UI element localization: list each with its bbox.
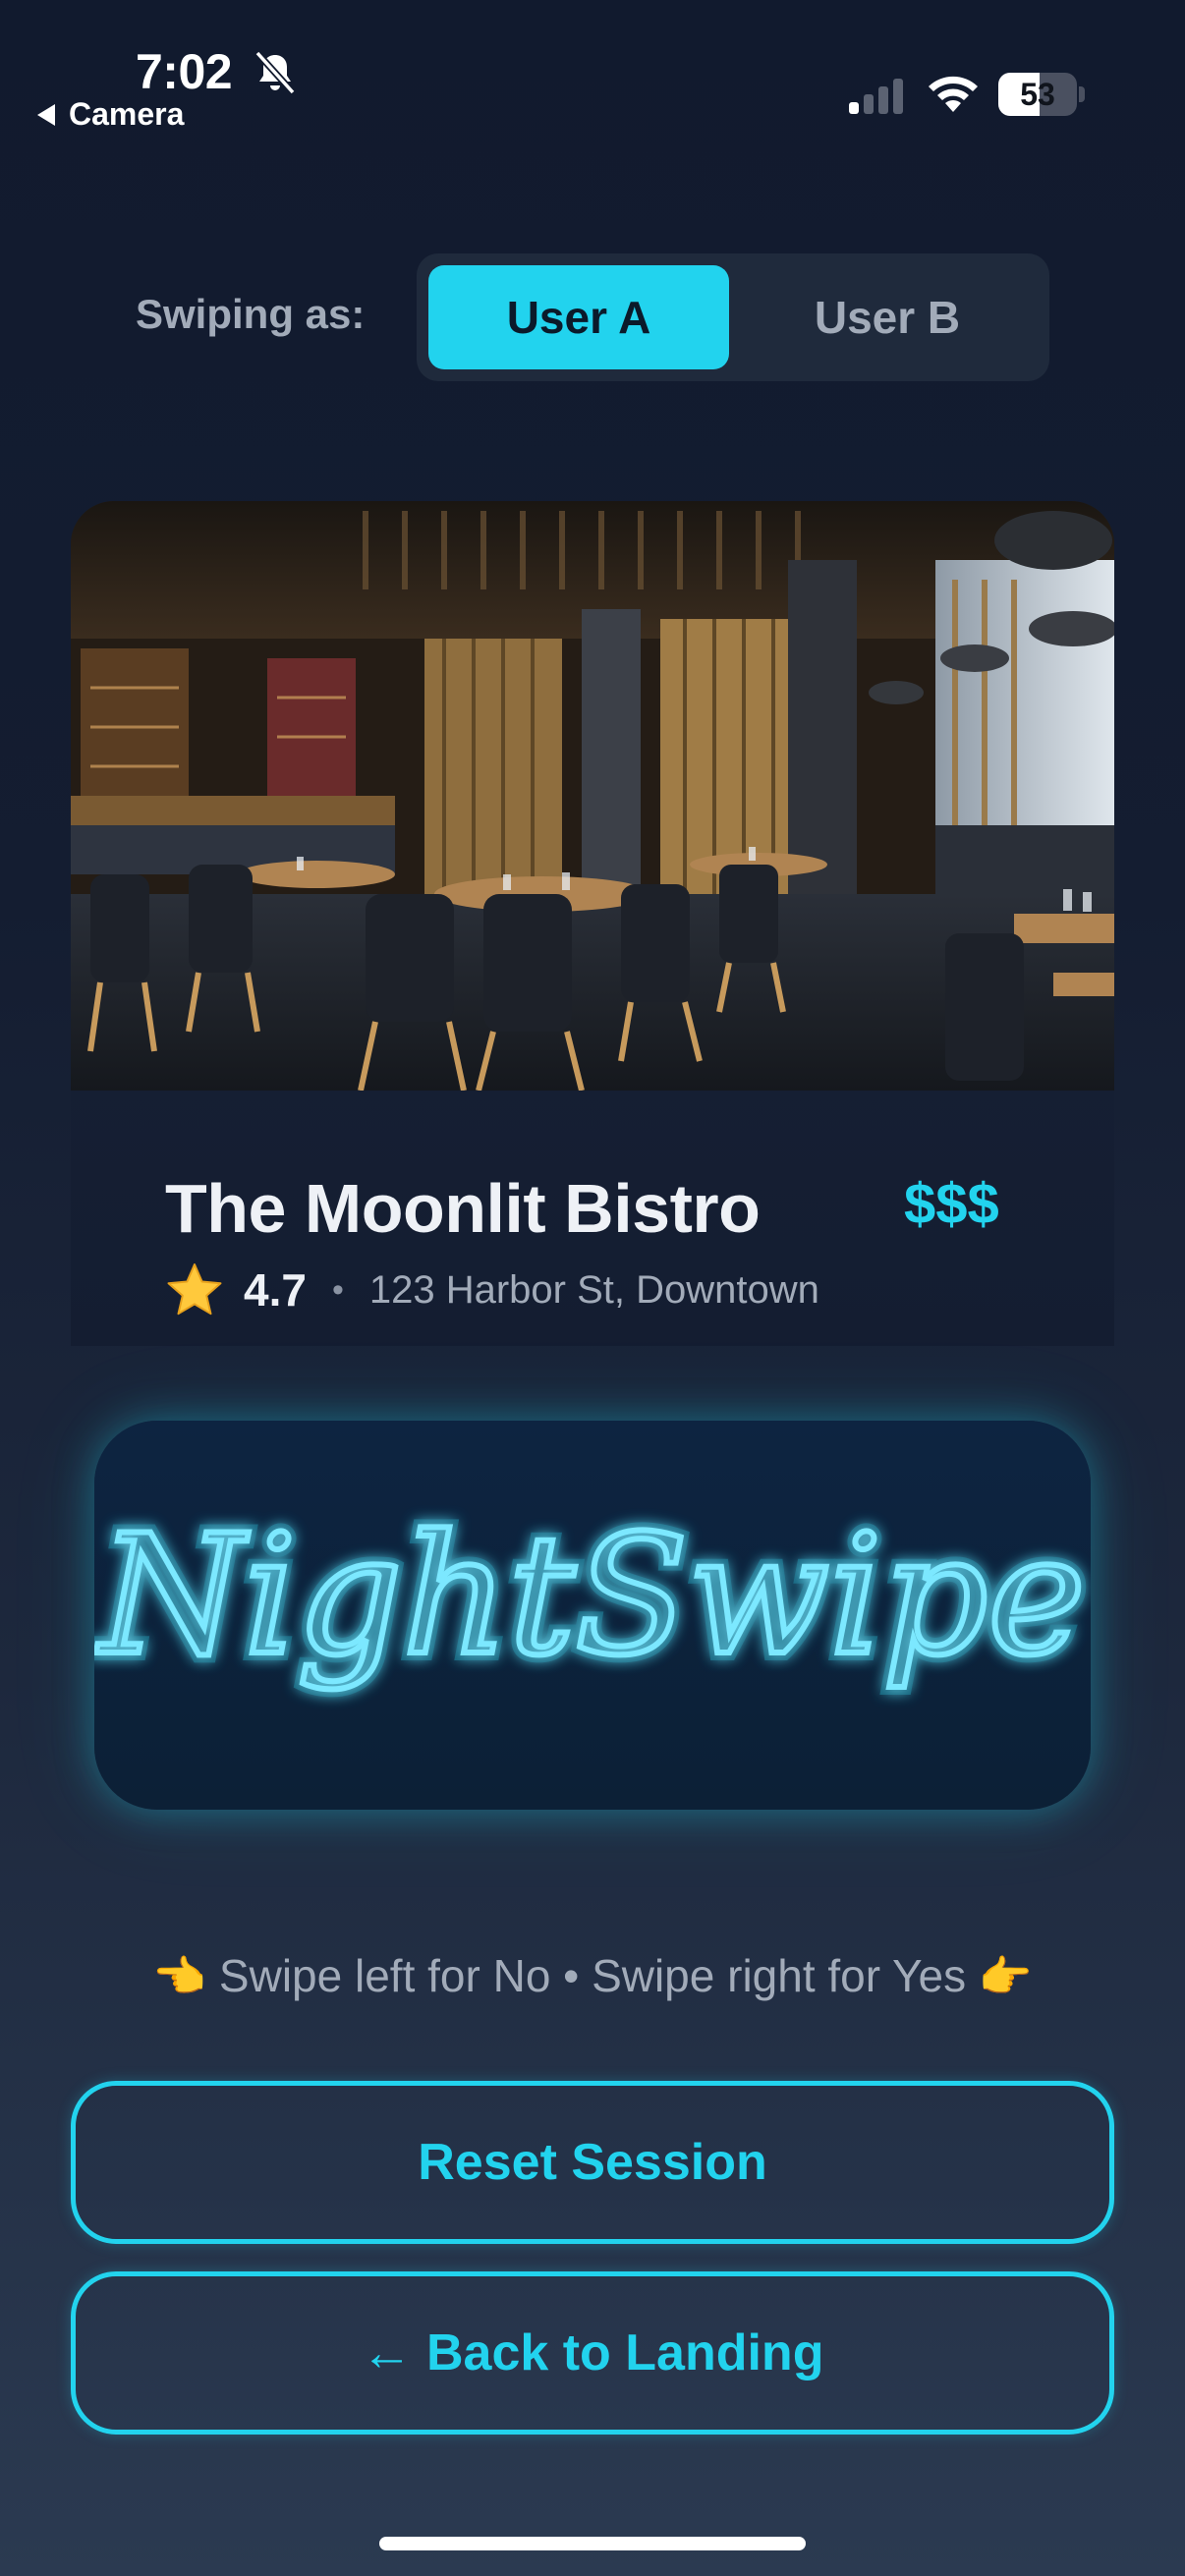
restaurant-meta: 4.7 • 123 Harbor St, Downtown: [165, 1256, 819, 1324]
nightswipe-logo: NightSwipe NightSwipe: [94, 1421, 1091, 1810]
home-indicator[interactable]: [379, 2537, 806, 2550]
price-level: $$$: [904, 1172, 999, 1236]
status-bar: 7:02 Camera 53: [0, 0, 1185, 138]
nightswipe-logo-text: NightSwipe NightSwipe: [94, 1491, 1091, 1700]
back-triangle-icon: [37, 103, 55, 126]
restaurant-address: 123 Harbor St, Downtown: [368, 1267, 819, 1312]
user-switcher: User A User B: [417, 253, 1049, 381]
hand-left-icon: 👈: [152, 1953, 207, 2001]
battery-nub: [1079, 86, 1085, 102]
battery-icon: 53: [998, 73, 1077, 116]
bell-slash-icon: [254, 50, 296, 95]
signal-icon: [849, 79, 903, 114]
user-a-tab[interactable]: User A: [428, 265, 729, 369]
swiping-as-label: Swiping as:: [136, 291, 366, 337]
svg-text:NightSwipe: NightSwipe: [95, 1499, 1086, 1692]
restaurant-card[interactable]: The Moonlit Bistro $$$ 4.7 • 123 Harbor …: [71, 501, 1114, 1346]
meta-separator: •: [331, 1270, 344, 1309]
restaurant-name: The Moonlit Bistro: [165, 1170, 761, 1247]
user-b-tab[interactable]: User B: [737, 265, 1038, 369]
swipe-hint-text: Swipe left for No • Swipe right for Yes: [218, 1950, 967, 2001]
rating-value: 4.7: [244, 1264, 307, 1316]
status-time: 7:02: [136, 44, 233, 99]
hand-right-icon: 👉: [978, 1953, 1033, 2001]
battery-percent: 53: [1020, 77, 1055, 112]
back-app-label: Camera: [69, 96, 185, 132]
restaurant-photo: [71, 501, 1114, 1091]
back-to-camera-link[interactable]: Camera: [37, 96, 184, 133]
star-icon: [167, 1263, 222, 1316]
reset-session-button[interactable]: Reset Session: [71, 2081, 1114, 2244]
back-to-landing-button[interactable]: ← Back to Landing: [71, 2271, 1114, 2435]
wifi-icon: [929, 76, 978, 112]
swipe-hint: 👈 Swipe left for No • Swipe right for Ye…: [0, 1949, 1185, 2002]
